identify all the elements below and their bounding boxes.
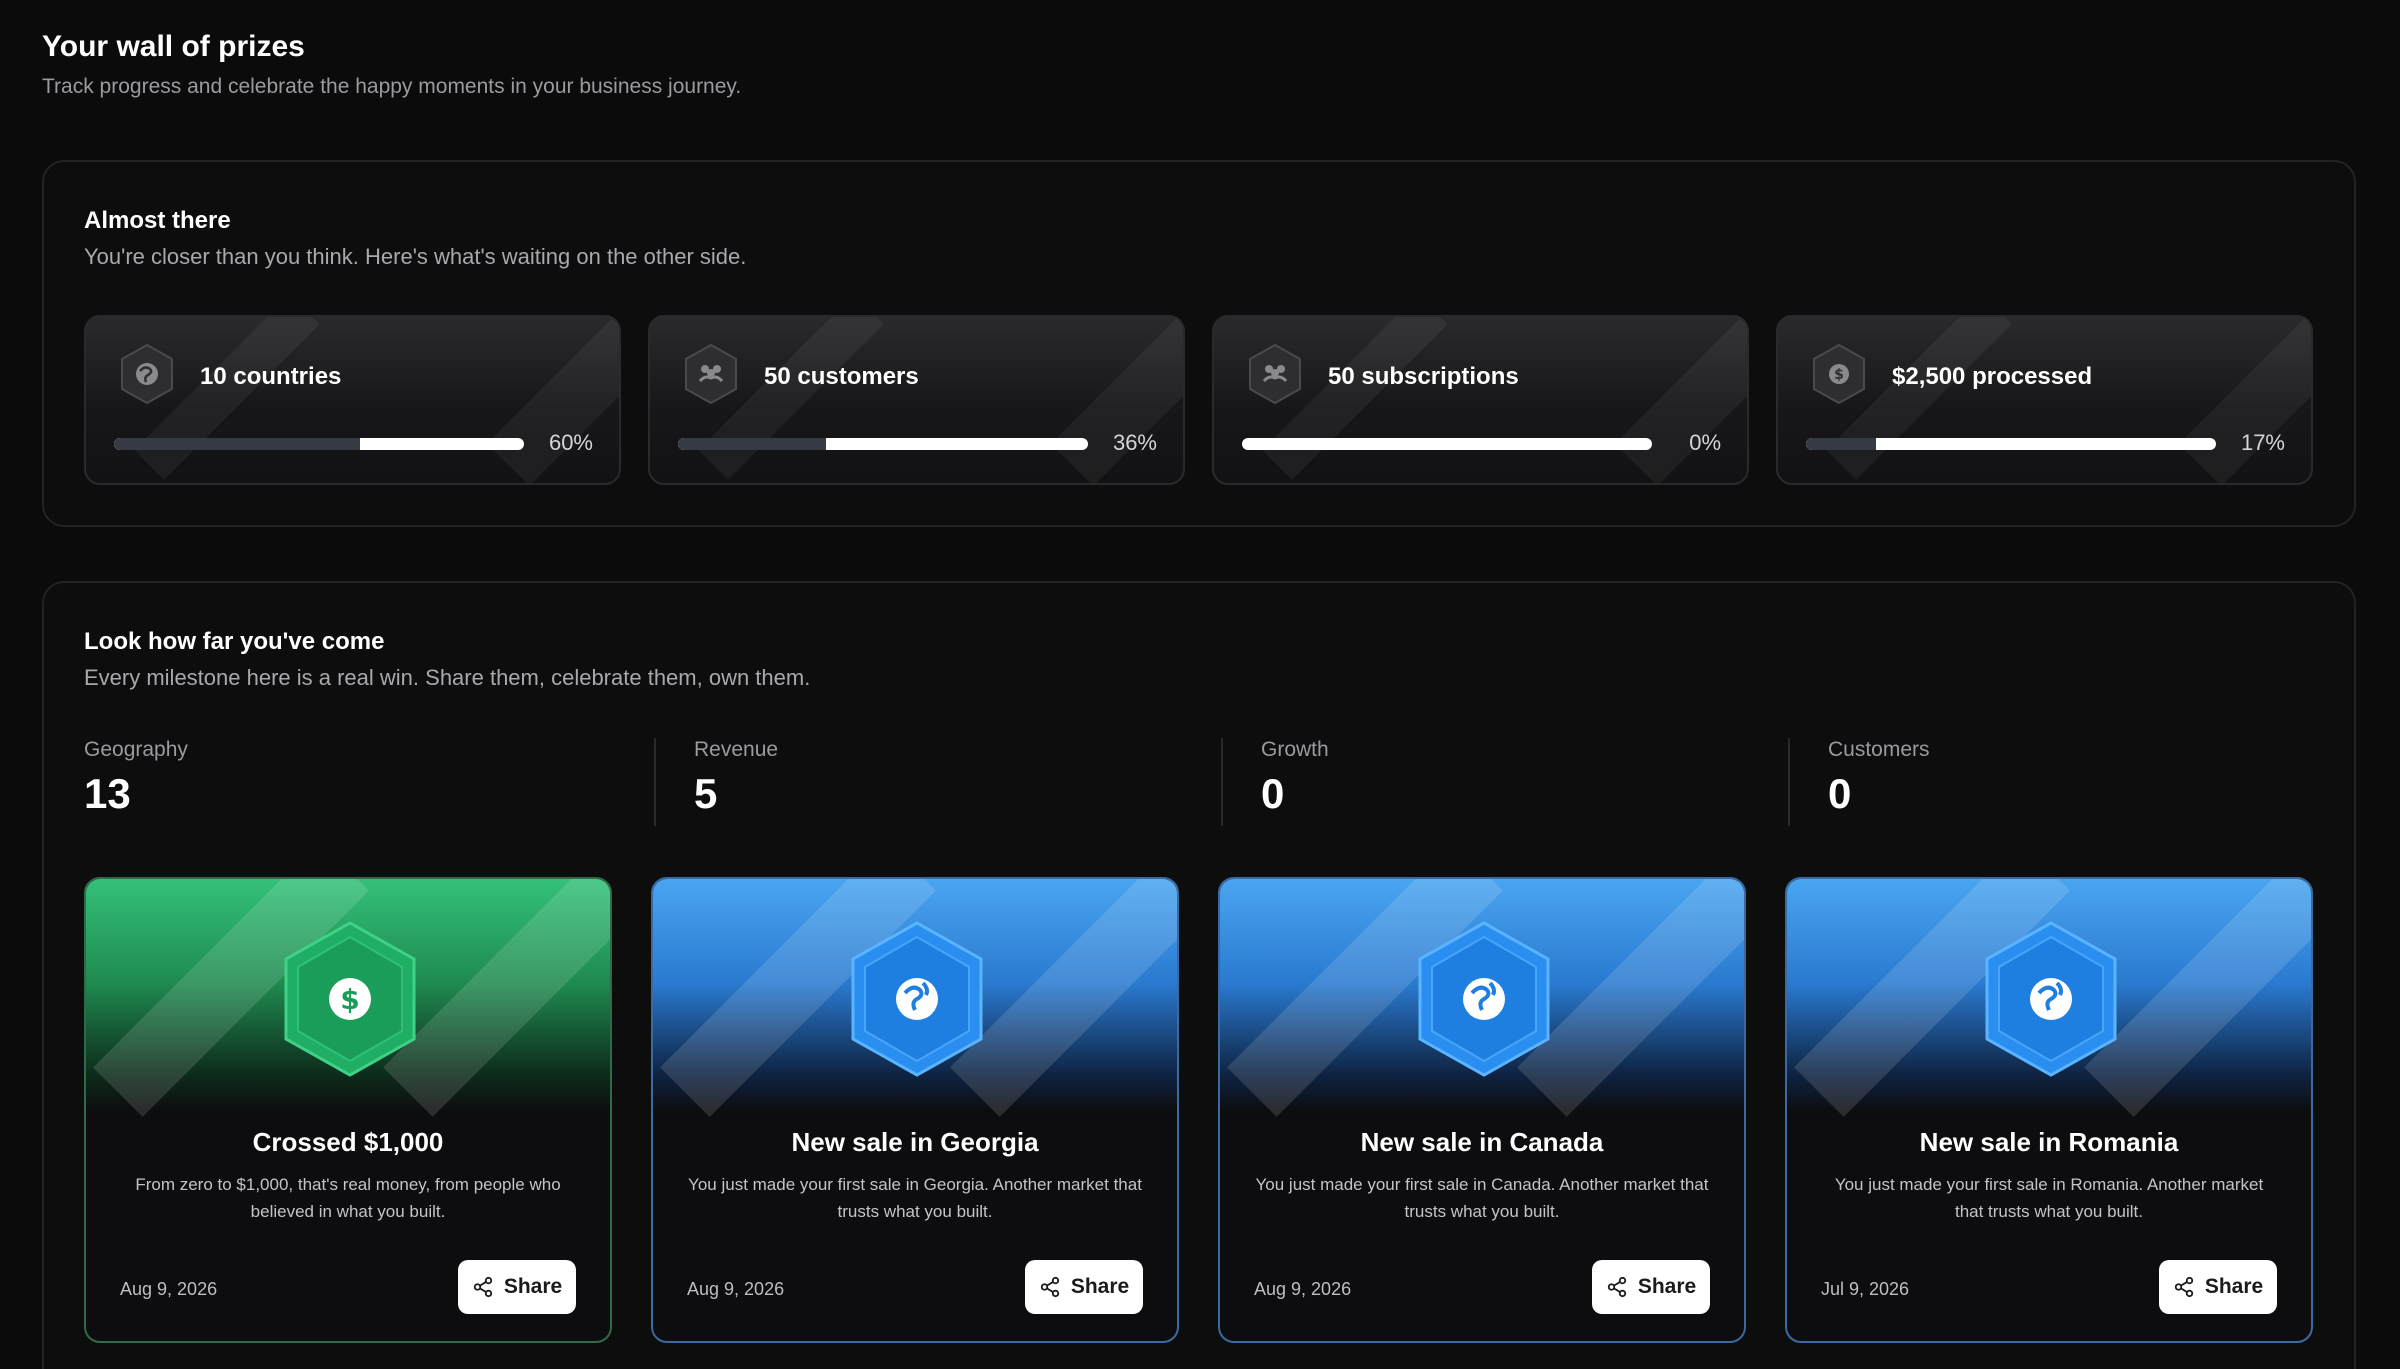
share-label: Share [2204,1275,2264,1298]
almost-there-subtitle: You're closer than you think. Here's wha… [84,244,747,269]
dollar-icon: $ [1813,343,1865,405]
progress-bar [1242,438,1652,450]
users-icon [1249,343,1301,405]
share-label: Share [503,1275,563,1298]
progress-label: $2,500 processed [1892,363,2093,390]
svg-text:$: $ [1834,367,1844,383]
globe-badge-icon [1985,921,2117,1077]
progress-percent: 36% [1112,430,1157,455]
globe-badge-icon [1418,921,1550,1077]
svg-text:$: $ [340,983,359,1016]
share-button[interactable]: Share [2159,1260,2277,1314]
prize-title: New sale in Canada [1360,1127,1604,1157]
share-button[interactable]: Share [458,1260,576,1314]
prize-date: Aug 9, 2026 [120,1279,218,1299]
almost-there-section: Almost there You're closer than you thin… [42,160,2356,527]
almost-there-title: Almost there [84,207,231,234]
progress-label: 50 customers [764,363,919,390]
globe-icon [121,343,173,405]
progress-card-countries: 10 countries 60% [84,315,621,485]
stat-label: Growth [1261,738,1329,761]
page-title: Your wall of prizes [42,30,305,63]
prize-card: New sale in Romania You just made your f… [1785,877,2313,1343]
stat-label: Geography [84,738,188,761]
share-button[interactable]: Share [1592,1260,1710,1314]
achievements-title: Look how far you've come [84,628,385,655]
stat-label: Revenue [694,738,779,761]
stat-value: 0 [1261,770,1285,817]
stat-growth: Growth 0 [1221,738,1761,828]
stat-geography: Geography 13 [84,738,624,828]
share-label: Share [1637,1275,1697,1298]
achievements-subtitle: Every milestone here is a real win. Shar… [84,665,811,690]
progress-percent: 0% [1689,430,1721,455]
prize-card: $ Crossed $1,000 From zero to $1,000, th… [84,877,612,1343]
dollar-badge-icon: $ [284,921,416,1077]
share-icon [473,1276,492,1298]
prize-description: You just made your first sale in Georgia… [688,1175,1142,1221]
progress-percent: 17% [2240,430,2285,455]
share-button[interactable]: Share [1025,1260,1143,1314]
prize-card: New sale in Georgia You just made your f… [651,877,1179,1343]
stat-value: 5 [694,770,718,817]
progress-label: 10 countries [200,363,342,390]
stat-value: 0 [1828,770,1852,817]
prize-title: New sale in Romania [1919,1127,2179,1157]
prize-description: From zero to $1,000, that's real money, … [135,1175,561,1221]
prize-date: Jul 9, 2026 [1821,1279,1910,1299]
prize-description: You just made your first sale in Canada.… [1255,1175,1709,1221]
achievements-section: Look how far you've come Every milestone… [42,581,2356,1369]
progress-bar [678,438,1088,450]
stat-value: 13 [84,770,131,817]
users-icon [685,343,737,405]
progress-card-processed: $ $2,500 processed 17% [1776,315,2313,485]
share-icon [1040,1276,1059,1298]
progress-card-customers: 50 customers 36% [648,315,1185,485]
prize-description: You just made your first sale in Romania… [1834,1175,2264,1221]
prize-title: Crossed $1,000 [252,1127,444,1157]
share-label: Share [1070,1275,1130,1298]
progress-label: 50 subscriptions [1328,363,1519,390]
prize-date: Aug 9, 2026 [1254,1279,1352,1299]
stat-customers: Customers 0 [1788,738,2328,828]
stat-revenue: Revenue 5 [654,738,1194,828]
prize-card: New sale in Canada You just made your fi… [1218,877,1746,1343]
progress-bar [114,438,524,450]
prize-date: Aug 9, 2026 [687,1279,785,1299]
progress-card-subscriptions: 50 subscriptions 0% [1212,315,1749,485]
globe-badge-icon [851,921,983,1077]
prizes-page: Your wall of prizes Track progress and c… [0,0,2400,1369]
share-icon [2174,1276,2193,1298]
progress-bar [1806,438,2216,450]
stat-label: Customers [1828,738,1930,761]
share-icon [1607,1276,1626,1298]
prize-title: New sale in Georgia [791,1127,1039,1157]
progress-percent: 60% [548,430,593,455]
page-subtitle: Track progress and celebrate the happy m… [42,75,742,98]
